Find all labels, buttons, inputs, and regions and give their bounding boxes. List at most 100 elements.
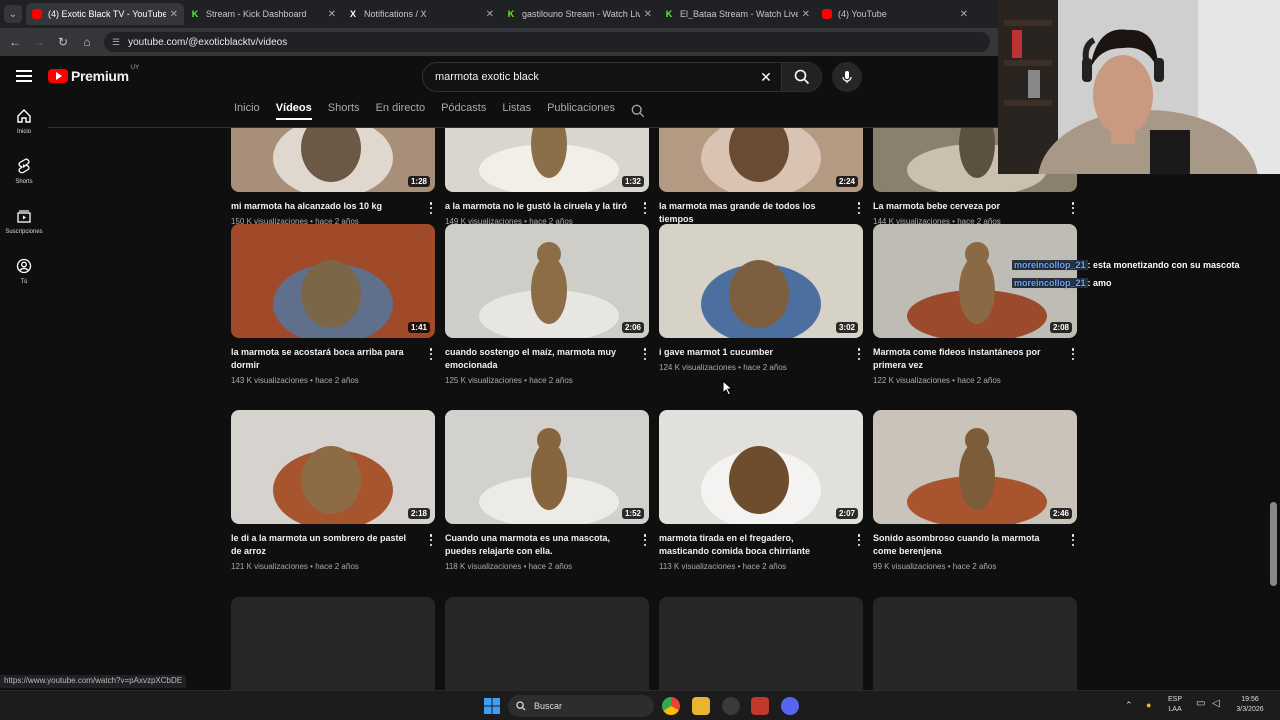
- app-icon[interactable]: [751, 697, 769, 715]
- video-thumbnail[interactable]: 1:32: [445, 128, 649, 192]
- browser-tab[interactable]: Kgastilouno Stream - Watch Live ✕: [500, 3, 658, 25]
- video-card[interactable]: 2:24 la marmota mas grande de todos los t…: [659, 128, 863, 239]
- browser-tab[interactable]: (4) Exotic Black TV - YouTube ✕: [26, 3, 184, 25]
- close-tab-icon[interactable]: ✕: [328, 9, 336, 20]
- browser-tab[interactable]: (4) YouTube ✕: [816, 3, 974, 25]
- browser-tab-title: Stream - Kick Dashboard: [206, 9, 307, 19]
- video-card[interactable]: 2:18 le di a la marmota un sombrero de pa…: [231, 410, 435, 571]
- microphone-tray-icon[interactable]: ●: [1146, 700, 1151, 710]
- webcam-overlay: [998, 0, 1280, 174]
- meta-separator: •: [521, 562, 529, 571]
- browser-tab[interactable]: X Notifications / X ✕: [342, 3, 500, 25]
- video-title[interactable]: le di a la marmota un sombrero de pastel…: [231, 532, 417, 558]
- video-thumbnail[interactable]: 2:07: [659, 410, 863, 524]
- video-thumbnail[interactable]: 1:41: [231, 224, 435, 338]
- home-icon[interactable]: ⌂: [80, 35, 94, 49]
- language-indicator[interactable]: ESP LAA: [1168, 695, 1182, 715]
- channel-tab[interactable]: Pódcasts: [441, 102, 486, 120]
- video-thumbnail[interactable]: 2:18: [231, 410, 435, 524]
- browser-tab[interactable]: K El_Bataa Stream - Watch Live o ✕: [658, 3, 816, 25]
- chrome-icon[interactable]: [662, 697, 680, 715]
- video-duration: 3:02: [835, 322, 858, 333]
- video-card[interactable]: 1:28 mi marmota ha alcanzado los 10 kg 150…: [231, 128, 435, 226]
- video-title[interactable]: la marmota se acostará boca arriba para …: [231, 346, 417, 372]
- more-actions-icon[interactable]: [1071, 348, 1075, 360]
- video-title[interactable]: La marmota bebe cerveza por: [873, 200, 1059, 213]
- tray-chevron-icon[interactable]: ⌃: [1125, 700, 1133, 710]
- taskbar-search[interactable]: Buscar: [508, 695, 654, 717]
- channel-search-icon[interactable]: [631, 104, 645, 118]
- site-info-icon[interactable]: ☰: [112, 37, 120, 48]
- voice-search-button[interactable]: [832, 62, 862, 92]
- search-icon: [516, 701, 526, 711]
- close-tab-icon[interactable]: ✕: [486, 9, 494, 20]
- channel-tab[interactable]: Vídeos: [275, 102, 312, 120]
- video-card[interactable]: 2:07 marmota tirada en el fregadero, mast…: [659, 410, 863, 571]
- youtube-logo[interactable]: Premium UY: [48, 65, 139, 84]
- file-explorer-icon[interactable]: [692, 697, 710, 715]
- more-actions-icon[interactable]: [643, 534, 647, 546]
- thumbnail-image: [445, 410, 649, 524]
- video-title[interactable]: a la marmota no le gustó la ciruela y la…: [445, 200, 631, 213]
- search-input[interactable]: [423, 71, 751, 83]
- reload-icon[interactable]: ↻: [56, 35, 70, 49]
- video-card[interactable]: 1:41 la marmota se acostará boca arriba p…: [231, 224, 435, 385]
- clock[interactable]: 19:56 3/3/2026: [1230, 695, 1270, 715]
- search-button[interactable]: [781, 63, 821, 91]
- discord-icon[interactable]: [781, 697, 799, 715]
- obs-icon[interactable]: [722, 697, 740, 715]
- video-thumbnail[interactable]: 2:24: [659, 128, 863, 192]
- more-actions-icon[interactable]: [643, 348, 647, 360]
- more-actions-icon[interactable]: [857, 534, 861, 546]
- more-actions-icon[interactable]: [429, 348, 433, 360]
- scrollbar-thumb[interactable]: [1270, 502, 1277, 586]
- tab-search-button[interactable]: ⌄: [4, 5, 22, 23]
- video-card[interactable]: 1:32 a la marmota no le gustó la ciruela …: [445, 128, 649, 226]
- more-actions-icon[interactable]: [643, 202, 647, 214]
- channel-tab[interactable]: Shorts: [328, 102, 360, 120]
- video-thumbnail[interactable]: 2:06: [445, 224, 649, 338]
- more-actions-icon[interactable]: [429, 534, 433, 546]
- channel-tab[interactable]: Inicio: [234, 102, 260, 120]
- forward-icon[interactable]: →: [32, 35, 46, 49]
- video-title[interactable]: la marmota mas grande de todos los tiemp…: [659, 200, 845, 226]
- video-card[interactable]: 3:02 i gave marmot 1 cucumber 124 K visual…: [659, 224, 863, 372]
- video-card[interactable]: 2:46 Sonido asombroso cuando la marmota c…: [873, 410, 1077, 571]
- close-tab-icon[interactable]: ✕: [960, 9, 968, 20]
- video-thumbnail[interactable]: 2:46: [873, 410, 1077, 524]
- video-title[interactable]: cuando sostengo el maíz, marmota muy emo…: [445, 346, 631, 372]
- video-title[interactable]: Sonido asombroso cuando la marmota come …: [873, 532, 1059, 558]
- volume-icon[interactable]: ◁: [1212, 699, 1220, 709]
- channel-tab[interactable]: Publicaciones: [547, 102, 615, 120]
- channel-tab[interactable]: Listas: [502, 102, 531, 120]
- video-title[interactable]: i gave marmot 1 cucumber: [659, 346, 845, 359]
- more-actions-icon[interactable]: [857, 348, 861, 360]
- video-title[interactable]: Cuando una marmota es una mascota, puede…: [445, 532, 631, 558]
- video-thumbnail[interactable]: 1:52: [445, 410, 649, 524]
- address-bar[interactable]: ☰ youtube.com/@exoticblacktv/videos: [104, 32, 990, 52]
- video-views: 122 K visualizaciones: [873, 376, 950, 385]
- clear-search-icon[interactable]: ✕: [751, 69, 781, 86]
- windows-start-icon[interactable]: [484, 698, 500, 714]
- close-tab-icon[interactable]: ✕: [644, 9, 652, 20]
- video-card[interactable]: 2:06 cuando sostengo el maíz, marmota muy…: [445, 224, 649, 385]
- video-title[interactable]: mi marmota ha alcanzado los 10 kg: [231, 200, 417, 213]
- back-icon[interactable]: ←: [8, 35, 22, 49]
- video-card[interactable]: 1:52 Cuando una marmota es una mascota, p…: [445, 410, 649, 571]
- video-card[interactable]: 2:08 Marmota come fideos instantáneos por…: [873, 224, 1077, 385]
- browser-tab[interactable]: K Stream - Kick Dashboard ✕: [184, 3, 342, 25]
- close-tab-icon[interactable]: ✕: [802, 9, 810, 20]
- more-actions-icon[interactable]: [1071, 202, 1075, 214]
- more-actions-icon[interactable]: [1071, 534, 1075, 546]
- video-title[interactable]: marmota tirada en el fregadero, mastican…: [659, 532, 845, 558]
- video-views: 124 K visualizaciones: [659, 363, 736, 372]
- more-actions-icon[interactable]: [429, 202, 433, 214]
- video-title[interactable]: Marmota come fideos instantáneos por pri…: [873, 346, 1059, 372]
- video-thumbnail[interactable]: 1:28: [231, 128, 435, 192]
- network-icon[interactable]: ▭: [1196, 699, 1205, 709]
- more-actions-icon[interactable]: [857, 202, 861, 214]
- menu-icon[interactable]: [16, 70, 32, 82]
- close-tab-icon[interactable]: ✕: [170, 9, 178, 20]
- channel-tab[interactable]: En directo: [376, 102, 426, 120]
- video-thumbnail[interactable]: 3:02: [659, 224, 863, 338]
